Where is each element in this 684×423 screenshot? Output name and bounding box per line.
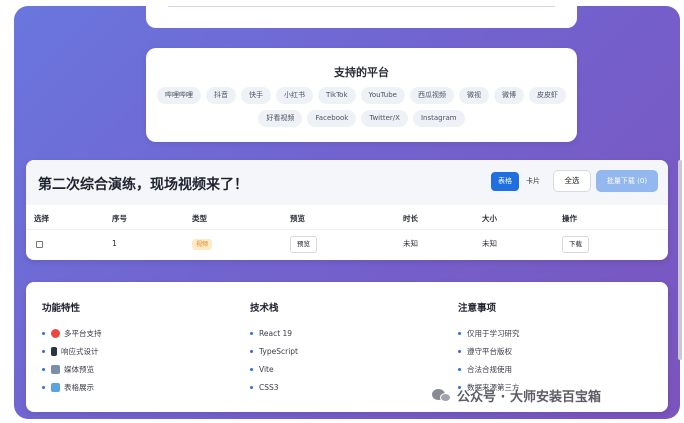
preview-button[interactable]: 预览 — [290, 236, 317, 253]
supported-platforms-card: 支持的平台 哔哩哔哩 抖音 快手 小红书 TikTok YouTube 西瓜视频… — [146, 48, 577, 142]
page-title: 第二次综合演练，现场视频来了！ — [38, 177, 248, 193]
platform-chip: Facebook — [307, 110, 357, 127]
column-header: 时长 — [403, 214, 418, 223]
notes-column: 注意事项 仅用于学习研究 遵守平台版权 合法合规使用 数据来源第三方 — [458, 300, 520, 399]
table-header: 选择 序号 类型 预览 时长 大小 操作 — [26, 208, 668, 230]
platform-chip: Twitter/X — [361, 110, 408, 127]
table-icon — [51, 382, 60, 392]
list-item: 表格展示 — [42, 381, 102, 399]
watermark-text: 公众号 · 大师安装百宝箱 — [457, 390, 601, 405]
platform-chip: TikTok — [318, 87, 356, 104]
tech-stack-title: 技术栈 — [250, 303, 279, 314]
list-item: 媒体预览 — [42, 363, 102, 381]
column-header: 预览 — [290, 214, 305, 223]
select-all-button[interactable]: 全选 — [553, 170, 591, 192]
list-item: 合法合规使用 — [458, 363, 520, 381]
platform-chip: 好看视频 — [258, 110, 303, 127]
picture-frame-icon — [51, 364, 60, 374]
platforms-title: 支持的平台 — [334, 66, 389, 79]
list-item: 仅用于学习研究 — [458, 327, 520, 345]
duration-value: 未知 — [403, 239, 418, 248]
platform-chip: 小红书 — [276, 87, 314, 104]
platform-chips-row-2: 好看视频 Facebook Twitter/X Instagram — [146, 110, 577, 127]
list-item: TypeScript — [250, 345, 298, 363]
column-header: 大小 — [482, 214, 497, 223]
list-item: 响应式设计 — [42, 345, 102, 363]
results-header: 第二次综合演练，现场视频来了！ 表格 卡片 全选 批量下载 (0) — [26, 160, 668, 205]
tech-stack-column: 技术栈 React 19 TypeScript Vite CSS3 — [250, 300, 298, 399]
target-icon — [51, 328, 60, 338]
list-item: Vite — [250, 363, 298, 381]
platform-chip: 皮皮虾 — [528, 87, 566, 104]
batch-download-button[interactable]: 批量下载 (0) — [596, 170, 658, 192]
download-button[interactable]: 下载 — [562, 236, 589, 253]
column-header: 操作 — [562, 214, 577, 223]
platform-chip: YouTube — [360, 87, 405, 104]
tab-card-view[interactable]: 卡片 — [519, 172, 547, 191]
tab-table-view[interactable]: 表格 — [491, 172, 519, 191]
row-index: 1 — [112, 239, 117, 248]
list-item: 多平台支持 — [42, 327, 102, 345]
wechat-icon — [432, 388, 452, 404]
column-header: 选择 — [34, 214, 49, 223]
size-value: 未知 — [482, 239, 497, 248]
list-item: React 19 — [250, 327, 298, 345]
list-item: 遵守平台版权 — [458, 345, 520, 363]
column-header: 类型 — [192, 214, 207, 223]
column-header: 序号 — [112, 214, 127, 223]
media-results-card: 第二次综合演练，现场视频来了！ 表格 卡片 全选 批量下载 (0) 选择 序号 … — [26, 160, 668, 260]
platform-chip: Instagram — [412, 110, 465, 127]
top-card-stub — [146, 6, 577, 28]
row-select-checkbox[interactable] — [36, 241, 43, 248]
view-toggle: 表格 卡片 — [491, 172, 547, 191]
type-badge: 视频 — [192, 239, 213, 250]
phone-icon — [51, 346, 57, 356]
platform-chip: 微博 — [493, 87, 524, 104]
platform-chips-row-1: 哔哩哔哩 抖音 快手 小红书 TikTok YouTube 西瓜视频 微视 微博… — [146, 87, 577, 104]
page-scrollbar[interactable] — [678, 160, 682, 360]
table-row: 1 视频 预览 未知 未知 下载 — [26, 233, 668, 255]
platform-chip: 快手 — [241, 87, 272, 104]
list-item: CSS3 — [250, 381, 298, 399]
platform-chip: 西瓜视频 — [409, 87, 454, 104]
platform-chip: 抖音 — [206, 87, 237, 104]
notes-title: 注意事项 — [458, 303, 497, 314]
platform-chip: 哔哩哔哩 — [157, 87, 202, 104]
watermark: 公众号 · 大师安装百宝箱 — [432, 386, 601, 405]
features-title: 功能特性 — [42, 303, 81, 314]
features-column: 功能特性 多平台支持 响应式设计 媒体预览 表格展示 — [42, 300, 102, 399]
platform-chip: 微视 — [458, 87, 489, 104]
